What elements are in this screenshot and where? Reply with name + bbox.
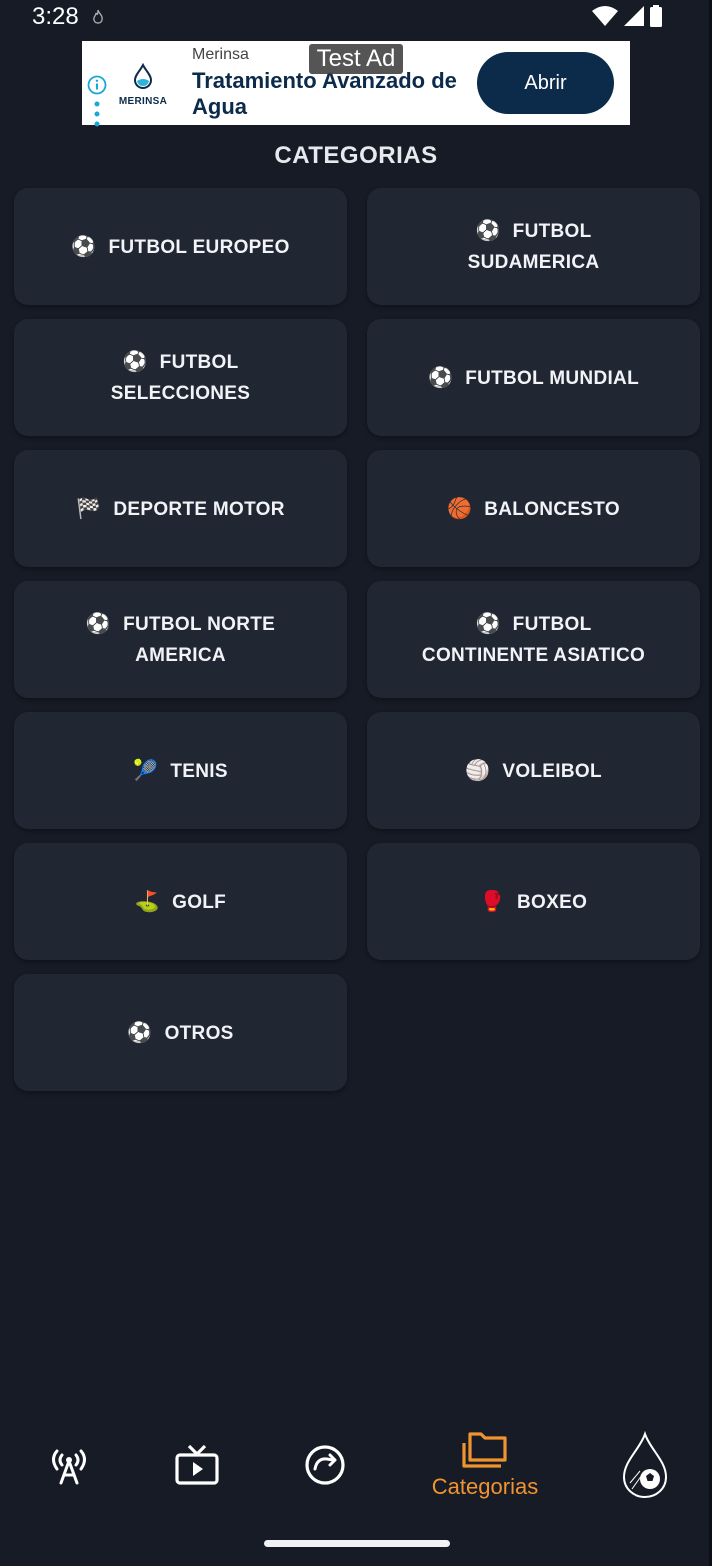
ad-open-button[interactable]: Abrir: [477, 52, 614, 114]
status-bar: 3:28: [0, 0, 712, 34]
category-card-golf[interactable]: ⛳ GOLF: [14, 843, 347, 960]
nav-label-categorias: Categorias: [431, 1474, 539, 1499]
category-card-otros[interactable]: ⚽ OTROS: [14, 974, 347, 1091]
category-label: VOLEIBOL: [502, 760, 602, 782]
category-card-futbol-mundial[interactable]: ⚽ FUTBOL MUNDIAL: [367, 319, 700, 436]
signal-icon: [624, 6, 644, 26]
category-card-futbol-selecciones[interactable]: ⚽ FUTBOL SELECCIONES: [14, 319, 347, 436]
nav-app-logo[interactable]: [618, 1420, 672, 1510]
soccer-ball-icon: ⚽: [475, 218, 501, 242]
ad-headline[interactable]: Tratamiento Avanzado de Agua: [192, 68, 474, 120]
category-label: BOXEO: [517, 891, 588, 913]
test-ad-label: Test Ad: [309, 44, 403, 74]
battery-icon: [650, 5, 662, 27]
category-label: OTROS: [164, 1022, 234, 1044]
ad-logo: MERINSA: [115, 62, 171, 107]
home-indicator[interactable]: [264, 1540, 450, 1547]
replay-icon: [305, 1445, 345, 1485]
ad-logo-text: MERINSA: [118, 96, 168, 107]
soccer-ball-icon: ⚽: [122, 349, 148, 373]
folder-icon: [462, 1432, 507, 1468]
category-label: BALONCESTO: [484, 498, 620, 520]
category-label: FUTBOL MUNDIAL: [465, 367, 639, 389]
nav-replay[interactable]: [300, 1420, 350, 1510]
category-label: FUTBOL EUROPEO: [108, 236, 290, 258]
category-card-boxeo[interactable]: 🥊 BOXEO: [367, 843, 700, 960]
wifi-icon: [592, 6, 618, 26]
nav-live[interactable]: [44, 1420, 94, 1510]
category-card-baloncesto[interactable]: 🏀 BALONCESTO: [367, 450, 700, 567]
category-card-futbol-sudamerica[interactable]: ⚽ FUTBOL SUDAMERICA: [367, 188, 700, 305]
app-logo-icon: [622, 1431, 668, 1499]
category-label: TENIS: [170, 760, 228, 782]
status-time: 3:28: [32, 3, 79, 30]
tennis-icon: 🎾: [133, 757, 159, 782]
category-card-futbol-continente-asiatico[interactable]: ⚽ FUTBOL CONTINENTE ASIATICO: [367, 581, 700, 698]
category-label: FUTBOL NORTE AMERICA: [123, 614, 276, 666]
category-label: GOLF: [172, 891, 227, 913]
soccer-ball-icon: ⚽: [428, 364, 454, 389]
category-grid: ⚽ FUTBOL EUROPEO ⚽ FUTBOL SUDAMERICA ⚽ FUTB…: [14, 188, 700, 1091]
category-card-futbol-europeo[interactable]: ⚽ FUTBOL EUROPEO: [14, 188, 347, 305]
tv-icon: [175, 1444, 219, 1485]
info-icon[interactable]: [87, 75, 107, 95]
category-card-futbol-norte-america[interactable]: ⚽ FUTBOL NORTE AMERICA: [14, 581, 347, 698]
category-label: DEPORTE MOTOR: [113, 498, 285, 520]
soccer-ball-icon: ⚽: [85, 611, 112, 635]
page-title: CATEGORIAS: [274, 142, 438, 169]
soccer-ball-icon: ⚽: [475, 611, 501, 635]
soccer-ball-icon: ⚽: [127, 1019, 153, 1044]
more-options-icon[interactable]: [94, 101, 100, 127]
golf-icon: ⛳: [134, 888, 161, 913]
checkered-flag-icon: 🏁: [76, 495, 102, 520]
soccer-ball-icon: ⚽: [71, 233, 97, 258]
category-card-tenis[interactable]: 🎾 TENIS: [14, 712, 347, 829]
basketball-icon: 🏀: [447, 495, 473, 520]
flame-icon: [93, 9, 103, 24]
boxing-glove-icon: 🥊: [479, 888, 506, 913]
category-card-deporte-motor[interactable]: 🏁 DEPORTE MOTOR: [14, 450, 347, 567]
broadcast-antenna-icon: [52, 1449, 86, 1485]
ad-brand: Merinsa: [192, 46, 249, 63]
nav-categorias[interactable]: Categorias: [420, 1420, 550, 1510]
status-icons: [592, 5, 662, 27]
category-card-voleibol[interactable]: 🏐 VOLEIBOL: [367, 712, 700, 829]
nav-tv[interactable]: [172, 1420, 222, 1510]
category-label: FUTBOL CONTINENTE ASIATICO: [421, 614, 646, 666]
bottom-nav: Categorias: [0, 1408, 712, 1518]
water-drop-logo-icon: [133, 62, 153, 90]
volleyball-icon: 🏐: [465, 757, 491, 782]
